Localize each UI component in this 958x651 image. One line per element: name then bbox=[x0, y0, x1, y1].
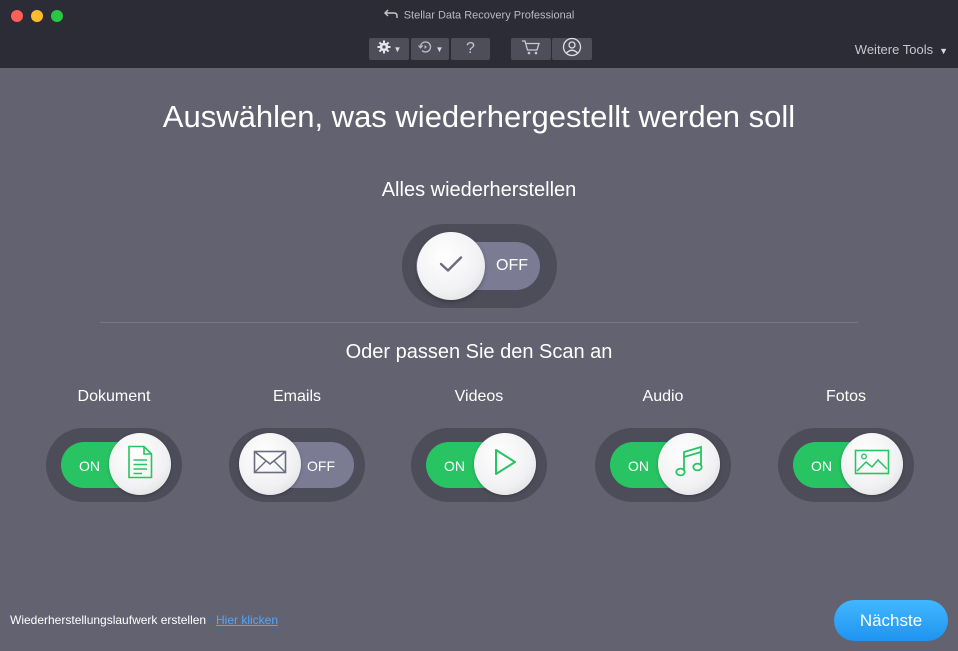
email-icon bbox=[253, 450, 287, 479]
cart-button[interactable] bbox=[511, 38, 551, 60]
category-document: Dokument ON bbox=[46, 388, 182, 502]
category-audio: Audio ON bbox=[595, 388, 731, 502]
gear-icon bbox=[377, 40, 391, 59]
user-icon bbox=[562, 37, 582, 62]
help-button[interactable]: ? bbox=[451, 38, 490, 60]
category-label: Fotos bbox=[825, 388, 866, 405]
category-label: Videos bbox=[454, 388, 504, 405]
photos-toggle[interactable]: ON bbox=[778, 428, 914, 502]
checkmark-icon bbox=[439, 255, 463, 278]
recover-all-label: Alles wiederherstellen bbox=[381, 179, 577, 201]
chevron-down-icon: ▼ bbox=[939, 46, 948, 56]
category-label: Audio bbox=[642, 388, 684, 405]
category-label: Emails bbox=[272, 388, 321, 405]
chevron-down-icon: ▼ bbox=[435, 44, 444, 54]
videos-toggle[interactable]: ON bbox=[411, 428, 547, 502]
toggle-knob bbox=[417, 232, 485, 300]
next-button[interactable]: Nächste bbox=[834, 600, 948, 641]
settings-button[interactable]: ▼ bbox=[369, 38, 409, 60]
toggle-knob bbox=[109, 433, 171, 495]
category-emails: Emails OFF bbox=[229, 388, 365, 502]
document-toggle[interactable]: ON bbox=[46, 428, 182, 502]
cart-icon bbox=[521, 39, 541, 60]
page-title: Auswählen, was wiederhergestellt werden … bbox=[162, 99, 796, 134]
title-bar: Stellar Data Recovery Professional ▼ ▼ ?… bbox=[0, 0, 958, 68]
audio-toggle[interactable]: ON bbox=[595, 428, 731, 502]
music-note-icon bbox=[674, 445, 704, 484]
toggle-state-label: ON bbox=[444, 458, 465, 474]
toggle-state-label: OFF bbox=[307, 458, 335, 474]
account-button[interactable] bbox=[552, 37, 592, 62]
app-title-text: Stellar Data Recovery Professional bbox=[403, 9, 575, 22]
recovery-drive-text: Wiederherstellungslaufwerk erstellen bbox=[10, 613, 207, 627]
toggle-state-label: ON bbox=[79, 458, 100, 474]
play-icon bbox=[492, 448, 518, 481]
more-tools-menu[interactable]: Weitere Tools ▼ bbox=[855, 42, 948, 57]
back-arrow-icon[interactable] bbox=[383, 9, 398, 22]
document-icon bbox=[126, 445, 154, 484]
toggle-knob bbox=[474, 433, 536, 495]
category-videos: Videos ON bbox=[411, 388, 547, 502]
help-icon: ? bbox=[466, 40, 475, 57]
history-button[interactable]: ▼ bbox=[411, 38, 449, 60]
toggle-knob bbox=[239, 433, 301, 495]
more-tools-label: Weitere Tools bbox=[854, 42, 934, 57]
toggle-knob bbox=[841, 433, 903, 495]
app-title: Stellar Data Recovery Professional bbox=[0, 9, 958, 22]
toggle-state-label: OFF bbox=[496, 257, 528, 274]
divider bbox=[100, 322, 858, 323]
category-label: Dokument bbox=[77, 388, 151, 405]
recovery-drive-link[interactable]: Hier klicken bbox=[216, 613, 278, 627]
toggle-state-label: ON bbox=[628, 458, 649, 474]
history-icon bbox=[417, 40, 433, 59]
toggle-knob bbox=[658, 433, 720, 495]
emails-toggle[interactable]: OFF bbox=[229, 428, 365, 502]
toggle-state-label: ON bbox=[811, 458, 832, 474]
chevron-down-icon: ▼ bbox=[393, 44, 402, 54]
customize-scan-label: Oder passen Sie den Scan an bbox=[345, 341, 613, 363]
photo-icon bbox=[854, 449, 890, 480]
category-photos: Fotos ON bbox=[778, 388, 914, 502]
recover-all-toggle[interactable]: OFF bbox=[402, 224, 557, 308]
